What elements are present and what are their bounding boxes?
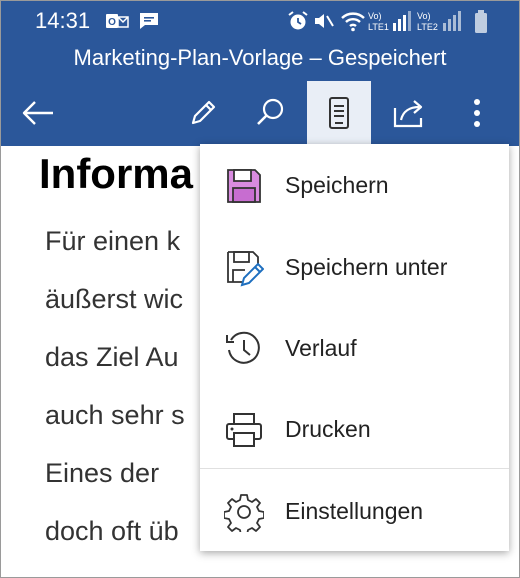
status-bar: 14:31 O Vo) LTE1 Vo) LTE2 [1, 1, 519, 41]
history-icon [226, 331, 260, 364]
signal-lte2-icon: Vo) LTE2 [417, 11, 461, 32]
share-button[interactable] [377, 81, 441, 145]
mute-icon [315, 14, 334, 28]
save-icon [227, 169, 261, 203]
app-header: 14:31 O Vo) LTE1 Vo) LTE2 Marketing-Plan… [1, 1, 519, 146]
document-title: Marketing-Plan-Vorlage – Gespeichert [73, 45, 447, 70]
menu-item-save-as[interactable]: Speichern unter [200, 228, 509, 308]
message-icon [140, 13, 158, 29]
document-line: auch sehr s [45, 400, 185, 430]
share-icon [393, 100, 423, 128]
svg-text:LTE1: LTE1 [368, 22, 389, 32]
more-options-button[interactable] [449, 81, 505, 145]
menu-item-label: Einstellungen [285, 498, 424, 524]
outlook-icon: O [106, 14, 129, 28]
alarm-icon [288, 11, 308, 30]
save-as-icon [227, 251, 264, 287]
menu-item-print[interactable]: Drucken [200, 390, 509, 470]
menu-item-label: Drucken [285, 416, 371, 442]
app-window: 14:31 O Vo) LTE1 Vo) LTE2 Marketing-Plan… [0, 0, 520, 578]
print-icon [226, 413, 262, 447]
file-menu-button[interactable] [307, 81, 371, 145]
svg-text:Vo): Vo) [368, 11, 382, 21]
search-icon [257, 98, 284, 125]
document-line: Für einen k [45, 226, 181, 256]
menu-item-save[interactable]: Speichern [200, 146, 509, 226]
back-button[interactable] [1, 81, 75, 145]
battery-icon [475, 10, 487, 33]
signal-lte1-icon: Vo) LTE1 [368, 11, 411, 32]
search-button[interactable] [239, 81, 301, 145]
svg-text:Vo): Vo) [417, 11, 431, 21]
menu-item-label: Speichern unter [285, 254, 448, 280]
svg-text:LTE2: LTE2 [417, 22, 438, 32]
document-line: das Ziel Au [45, 342, 179, 372]
menu-item-label: Speichern [285, 172, 389, 198]
menu-item-label: Verlauf [285, 335, 357, 361]
edit-button[interactable] [173, 81, 233, 145]
more-vertical-icon [474, 99, 480, 127]
pencil-icon [191, 100, 216, 125]
document-heading: Informa [39, 150, 194, 197]
document-line: Eines der [45, 458, 160, 488]
document-view-icon [329, 97, 349, 129]
document-line: äußerst wic [45, 284, 184, 314]
menu-divider [200, 468, 509, 469]
document-line: doch oft üb [45, 516, 179, 546]
menu-item-settings[interactable]: Einstellungen [200, 472, 509, 552]
status-time: 14:31 [35, 8, 91, 33]
svg-text:O: O [108, 17, 116, 28]
back-arrow-icon [22, 101, 53, 125]
menu-item-history[interactable]: Verlauf [200, 309, 509, 389]
file-dropdown-menu: Speichern Speichern unter Verlauf Drucke… [200, 144, 509, 551]
wifi-icon [341, 12, 365, 32]
gear-icon [224, 494, 264, 532]
